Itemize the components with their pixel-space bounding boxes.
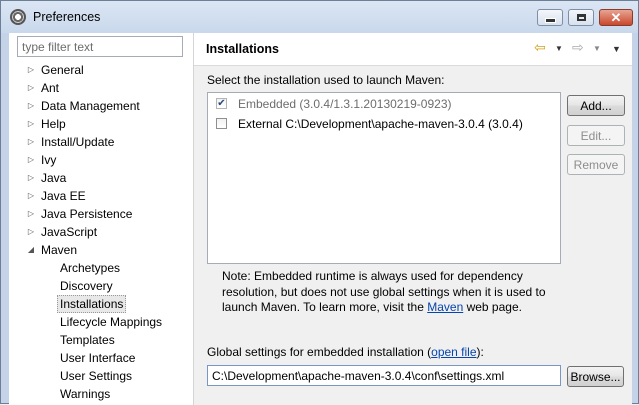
close-icon: ✕ <box>610 10 622 25</box>
global-settings-input[interactable] <box>207 365 561 386</box>
collapsed-arrow-icon[interactable]: ▷ <box>26 97 36 115</box>
window-title: Preferences <box>33 10 101 24</box>
tree-item-label: Lifecycle Mappings <box>60 315 163 329</box>
note-text-end: web page. <box>463 300 522 314</box>
edit-button[interactable]: Edit... <box>567 125 625 146</box>
minimize-icon <box>544 18 556 23</box>
tree-item-label: Installations <box>57 295 127 313</box>
collapsed-arrow-icon[interactable]: ▷ <box>26 151 36 169</box>
installation-checkbox[interactable] <box>216 118 227 129</box>
tree-item-label: Archetypes <box>60 261 121 275</box>
tree-item-label: Warnings <box>60 387 111 401</box>
tree-item-label: JavaScript <box>41 225 98 239</box>
maximize-icon <box>576 14 586 21</box>
arrow-right-icon[interactable]: ⇨ <box>572 39 584 56</box>
embedded-note: Note: Embedded runtime is always used fo… <box>222 269 562 316</box>
global-label-end: ): <box>476 345 484 359</box>
collapsed-arrow-icon[interactable]: ▷ <box>26 133 36 151</box>
tree-item-label: Discovery <box>60 279 113 293</box>
installations-label: Select the installation used to launch M… <box>207 73 445 87</box>
global-settings-label: Global settings for embedded installatio… <box>207 345 484 359</box>
maximize-button[interactable] <box>568 9 594 26</box>
tree-item-label: Maven <box>41 243 78 257</box>
installation-label: External C:\Development\apache-maven-3.0… <box>238 117 523 131</box>
preference-page: Installations ⇦ ▼ ⇨ ▼ ▼ Select the insta… <box>194 33 632 405</box>
installation-checkbox[interactable]: ✔ <box>216 98 227 109</box>
expanded-arrow-icon[interactable]: ◢ <box>26 241 36 259</box>
page-title: Installations <box>206 42 279 56</box>
tree-item-label: General <box>41 63 84 77</box>
collapsed-arrow-icon[interactable]: ▷ <box>26 169 36 187</box>
collapsed-arrow-icon[interactable]: ▷ <box>26 115 36 133</box>
maven-link[interactable]: Maven <box>427 300 463 314</box>
collapsed-arrow-icon[interactable]: ▷ <box>26 79 36 97</box>
browse-button[interactable]: Browse... <box>567 366 624 387</box>
preferences-icon <box>10 9 26 25</box>
tree-item-label: Templates <box>60 333 115 347</box>
minimize-button[interactable] <box>537 9 563 26</box>
tree-item-label: Ivy <box>41 153 57 167</box>
tree-item-label: User Settings <box>60 369 133 383</box>
tree-item-label: Data Management <box>41 99 140 113</box>
dialog-body: ▷ General ▷ Ant ▷ Data Management ▷ Help ▷ Instal… <box>9 33 632 405</box>
view-menu-icon[interactable]: ▼ <box>612 44 621 54</box>
installation-label: Embedded (3.0.4/1.3.1.20130219-0923) <box>238 97 452 111</box>
chevron-down-icon[interactable]: ▼ <box>593 44 601 53</box>
collapsed-arrow-icon[interactable]: ▷ <box>26 61 36 79</box>
tree-item-label: Help <box>41 117 66 131</box>
global-label-text: Global settings for embedded installatio… <box>207 345 432 359</box>
arrow-left-icon[interactable]: ⇦ <box>534 39 546 56</box>
tree-item-label: Java <box>41 171 67 185</box>
tree-item-label: Ant <box>41 81 60 95</box>
filter-input[interactable] <box>17 36 183 57</box>
collapsed-arrow-icon[interactable]: ▷ <box>26 187 36 205</box>
chevron-down-icon[interactable]: ▼ <box>555 44 563 53</box>
tree-item-label: User Interface <box>60 351 136 365</box>
collapsed-arrow-icon[interactable]: ▷ <box>26 205 36 223</box>
close-button[interactable]: ✕ <box>599 9 633 26</box>
collapsed-arrow-icon[interactable]: ▷ <box>26 223 36 241</box>
title-bar[interactable]: Preferences ✕ <box>1 1 638 33</box>
tree-item-label: Install/Update <box>41 135 115 149</box>
open-file-link[interactable]: open file <box>431 345 476 359</box>
tree-item-label: Java Persistence <box>41 207 133 221</box>
tree-item-label: Java EE <box>41 189 86 203</box>
remove-button[interactable]: Remove <box>567 154 625 175</box>
preferences-window: Preferences ✕ ▷ General ▷ Ant ▷ Data Manageme… <box>0 0 639 405</box>
installations-list[interactable]: ✔ Embedded (3.0.4/1.3.1.20130219-0923) E… <box>207 92 561 264</box>
add-button[interactable]: Add... <box>567 95 625 116</box>
page-header: Installations ⇦ ▼ ⇨ ▼ ▼ <box>194 33 632 66</box>
preferences-tree-pane: ▷ General ▷ Ant ▷ Data Management ▷ Help ▷ Instal… <box>9 33 194 405</box>
